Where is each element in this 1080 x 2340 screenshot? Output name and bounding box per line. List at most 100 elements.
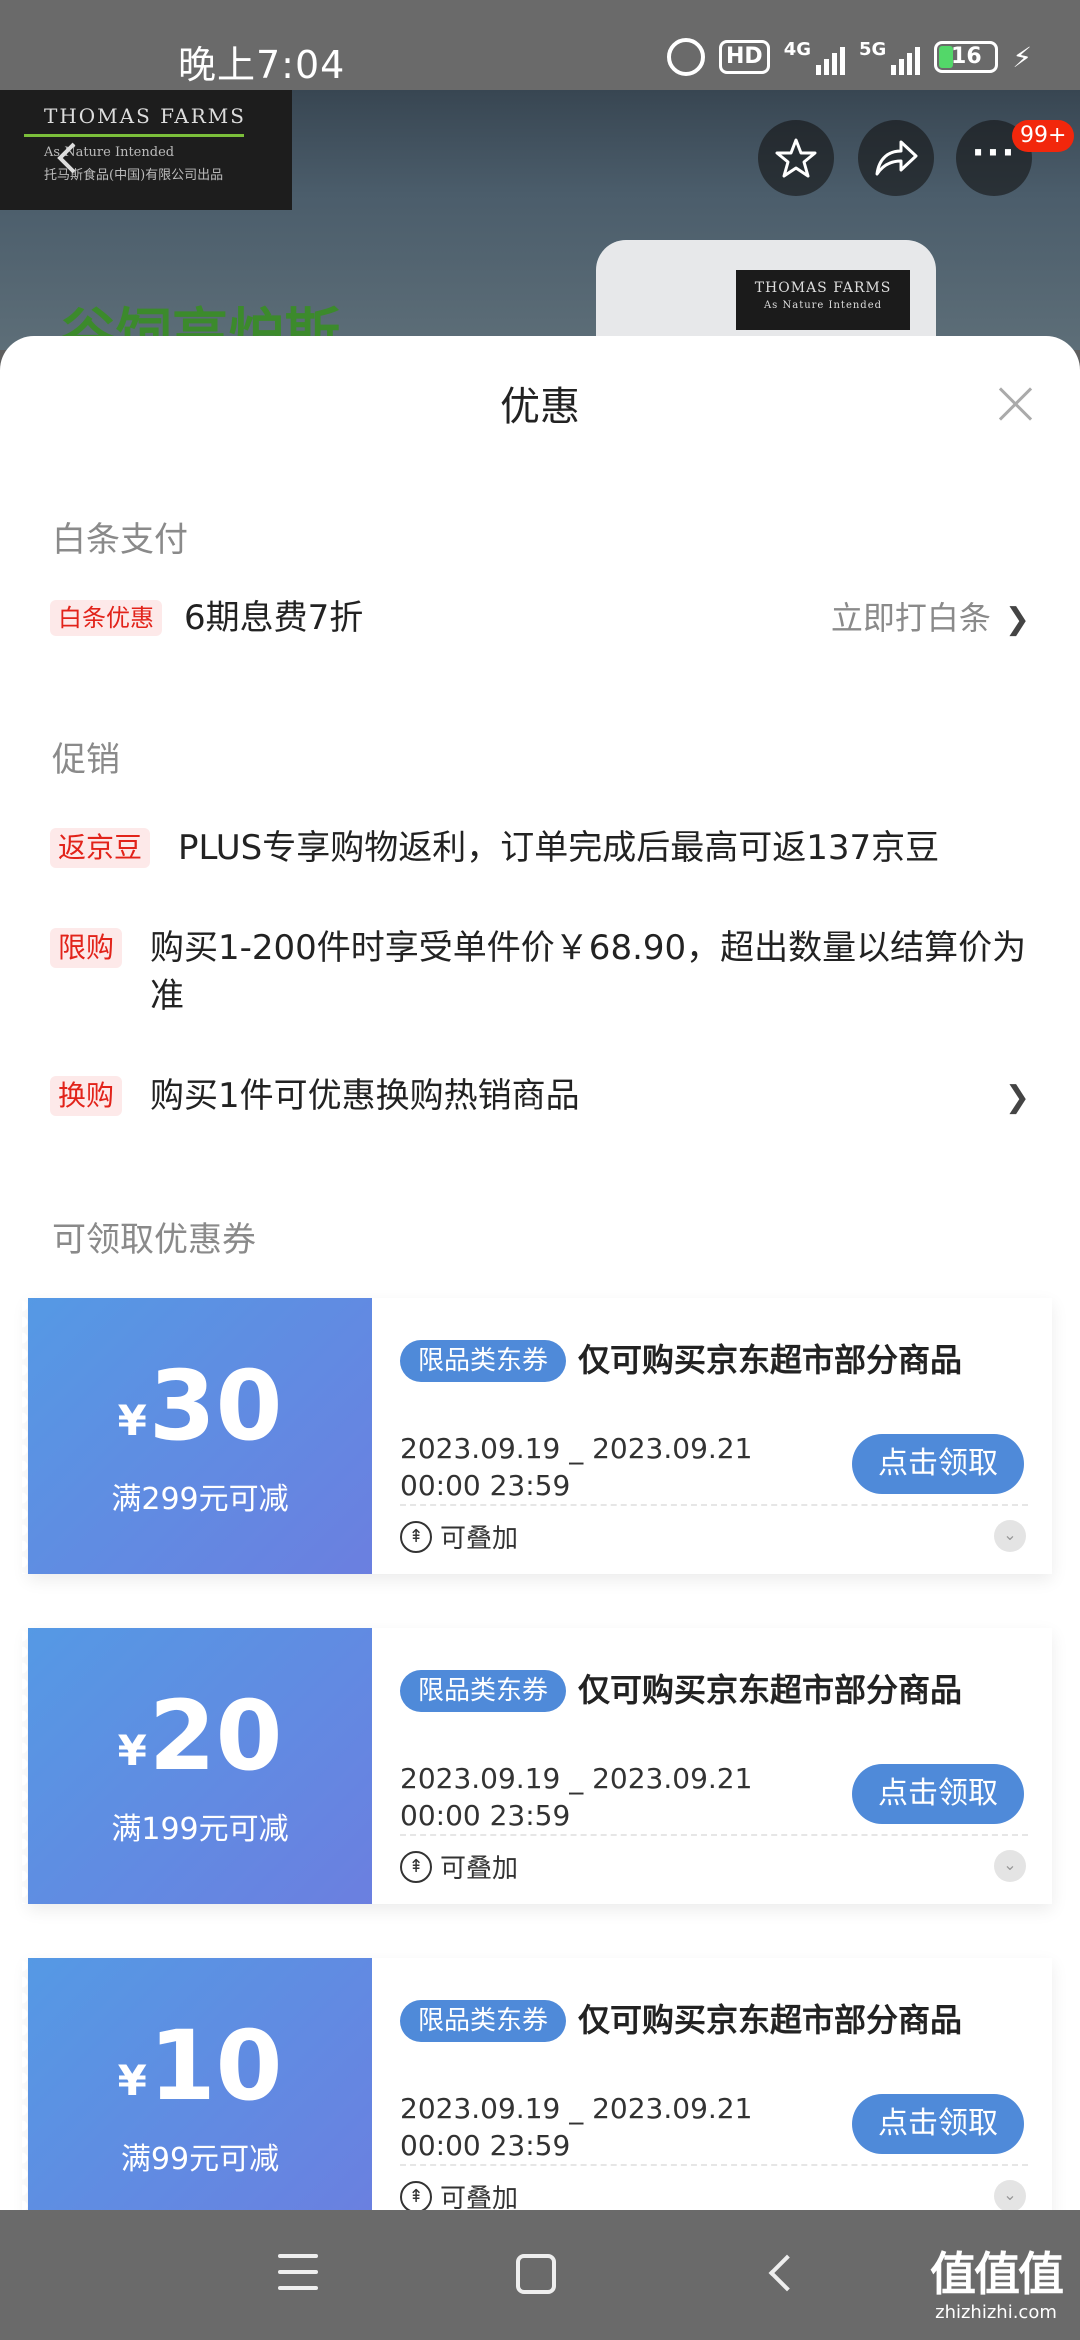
baitiao-row[interactable]: 白条优惠 6期息费7折 立即打白条 ❯ xyxy=(50,594,1030,642)
charging-icon: ⚡ xyxy=(1012,40,1032,74)
coupon-stackable: ⇞ 可叠加 xyxy=(400,2178,518,2210)
offers-sheet: 优惠 白条支付 白条优惠 6期息费7折 立即打白条 ❯ 促销 返京豆 PLUS专享… xyxy=(0,336,1080,2210)
coupon-card: ¥10 满99元可减 限品类东券 仅可购买京东超市部分商品 2023.09.19 … xyxy=(22,1958,1052,2210)
stack-label: 可叠加 xyxy=(440,2184,519,2210)
battery-level: 16 xyxy=(951,44,982,69)
coupon-headline: 限品类东券 仅可购买京东超市部分商品 xyxy=(400,1334,972,1386)
chevron-left-icon xyxy=(57,142,76,174)
stack-label: 可叠加 xyxy=(440,1524,519,1554)
coupon-card: ¥20 满199元可减 限品类东券 仅可购买京东超市部分商品 2023.09.19… xyxy=(22,1628,1052,1904)
stack-label: 可叠加 xyxy=(440,1854,519,1884)
promo-text: 购买1件可优惠换购热销商品 xyxy=(150,1076,580,1116)
expand-icon[interactable]: ⌄ xyxy=(994,2180,1026,2210)
coupon-date: 2023.09.19 _ 2023.09.21 00:00 23:59 xyxy=(400,2090,752,2164)
status-icons: HD 4G 5G 16 ⚡ xyxy=(667,38,1032,76)
yen-symbol: ¥ xyxy=(117,2056,147,2105)
promo-text: 购买1-200件时享受单件价￥68.90，超出数量以结算价为准 xyxy=(150,928,1027,1016)
more-icon: ··· xyxy=(971,133,1017,173)
amount-value: 10 xyxy=(148,2010,283,2122)
share-button[interactable] xyxy=(858,120,934,196)
promo-text: PLUS专享购物返利，订单完成后最高可返137京豆 xyxy=(178,828,940,868)
watermark: 值值值 zhizhizhi.com xyxy=(930,2238,1064,2323)
coupon-details: 限品类东券 仅可购买京东超市部分商品 2023.09.19 _ 2023.09.2… xyxy=(372,1298,1052,1574)
coupon-time-range: 00:00 23:59 xyxy=(400,1469,571,1502)
watermark-logo: 值值值 xyxy=(930,2247,1064,2301)
signal-4g-label: 4G xyxy=(783,39,812,60)
coupon-value: ¥10 满99元可减 xyxy=(22,1958,372,2210)
coupon-divider xyxy=(400,1504,1028,1506)
signal-4g-icon: 4G xyxy=(783,39,846,75)
coupon-value: ¥30 满299元可减 xyxy=(22,1298,372,1574)
favorite-button[interactable] xyxy=(758,120,834,196)
coupon-condition: 满199元可减 xyxy=(111,1812,289,1847)
claim-button[interactable]: 点击领取 xyxy=(852,2094,1024,2154)
amount-value: 30 xyxy=(148,1350,283,1462)
signal-5g-icon: 5G xyxy=(859,39,921,75)
chevron-right-icon: ❯ xyxy=(1004,602,1030,637)
chevron-right-icon: ❯ xyxy=(1004,1080,1030,1115)
expand-icon[interactable]: ⌄ xyxy=(994,1850,1026,1882)
promo-row-jingdou: 返京豆 PLUS专享购物返利，订单完成后最高可返137京豆 xyxy=(50,824,1030,872)
promo-tag: 限购 xyxy=(50,928,123,968)
stack-icon: ⇞ xyxy=(400,1850,432,1883)
coupon-condition: 满99元可减 xyxy=(120,2142,280,2177)
coupon-desc: 仅可购买京东超市部分商品 xyxy=(578,1341,963,1379)
pack-label: THOMAS FARMS As Nature Intended xyxy=(736,270,910,330)
baitiao-tag: 白条优惠 xyxy=(50,600,162,636)
coupon-date-range: 2023.09.19 _ 2023.09.21 xyxy=(400,1762,753,1795)
message-badge: 99+ xyxy=(1012,120,1075,152)
stack-icon: ⇞ xyxy=(400,2180,432,2210)
coupon-details: 限品类东券 仅可购买京东超市部分商品 2023.09.19 _ 2023.09.2… xyxy=(372,1958,1052,2210)
coupon-tag: 限品类东券 xyxy=(400,1670,567,1712)
coupon-time-range: 00:00 23:59 xyxy=(400,2129,571,2162)
claim-button[interactable]: 点击领取 xyxy=(852,1434,1024,1494)
promo-row-exchange[interactable]: 换购 购买1件可优惠换购热销商品 ❯ xyxy=(50,1072,1030,1120)
coupon-tag: 限品类东券 xyxy=(400,2000,567,2042)
pack-tag: As Nature Intended xyxy=(763,300,883,311)
amount-value: 20 xyxy=(148,1680,283,1792)
coupon-divider xyxy=(400,1834,1028,1836)
yen-symbol: ¥ xyxy=(117,1726,147,1775)
coupon-tag: 限品类东券 xyxy=(400,1340,567,1382)
pack-brand: THOMAS FARMS xyxy=(754,280,892,296)
close-icon[interactable] xyxy=(998,386,1034,422)
status-bar: 晚上7:04 HD 4G 5G 16 ⚡ xyxy=(0,0,1080,90)
coupon-amount: ¥10 xyxy=(28,2016,372,2131)
coupon-divider xyxy=(400,2164,1028,2166)
baitiao-link-label: 立即打白条 xyxy=(830,599,991,637)
baitiao-text: 6期息费7折 xyxy=(184,598,364,638)
coupon-desc: 仅可购买京东超市部分商品 xyxy=(578,1671,963,1709)
status-time: 晚上7:04 xyxy=(178,43,346,87)
promo-row-limit: 限购 购买1-200件时享受单件价￥68.90，超出数量以结算价为准 xyxy=(50,924,1030,1020)
baitiao-link[interactable]: 立即打白条 ❯ xyxy=(831,594,1030,644)
section-baitiao-title: 白条支付 xyxy=(52,520,188,560)
nav-back-icon[interactable] xyxy=(760,2254,800,2294)
coupon-value: ¥20 满199元可减 xyxy=(22,1628,372,1904)
claim-button[interactable]: 点击领取 xyxy=(852,1764,1024,1824)
coupon-desc: 仅可购买京东超市部分商品 xyxy=(578,2001,963,2039)
alarm-icon xyxy=(667,38,706,76)
home-icon[interactable] xyxy=(516,2254,556,2294)
battery-icon: 16 xyxy=(934,41,999,73)
coupon-date-range: 2023.09.19 _ 2023.09.21 xyxy=(400,2092,753,2125)
sheet-title: 优惠 xyxy=(500,384,580,430)
expand-icon[interactable]: ⌄ xyxy=(994,1520,1026,1552)
share-icon xyxy=(875,140,918,176)
system-nav-bar xyxy=(0,2210,1080,2340)
coupon-condition: 满299元可减 xyxy=(111,1482,289,1517)
coupon-card: ¥30 满299元可减 限品类东券 仅可购买京东超市部分商品 2023.09.19… xyxy=(22,1298,1052,1574)
coupon-time-range: 00:00 23:59 xyxy=(400,1799,571,1832)
hd-icon: HD xyxy=(719,40,770,74)
menu-icon[interactable] xyxy=(278,2254,318,2290)
promo-tag: 换购 xyxy=(50,1076,123,1116)
section-promo-title: 促销 xyxy=(52,740,120,780)
coupon-amount: ¥20 xyxy=(28,1686,372,1801)
watermark-url: zhizhizhi.com xyxy=(935,2302,1057,2323)
exchange-link[interactable]: ❯ xyxy=(991,1072,1030,1122)
coupon-date: 2023.09.19 _ 2023.09.21 00:00 23:59 xyxy=(400,1760,752,1834)
star-icon xyxy=(775,138,817,178)
back-button[interactable] xyxy=(30,120,106,196)
yen-symbol: ¥ xyxy=(117,1396,147,1445)
signal-5g-label: 5G xyxy=(859,39,887,60)
coupon-date: 2023.09.19 _ 2023.09.21 00:00 23:59 xyxy=(400,1430,752,1504)
